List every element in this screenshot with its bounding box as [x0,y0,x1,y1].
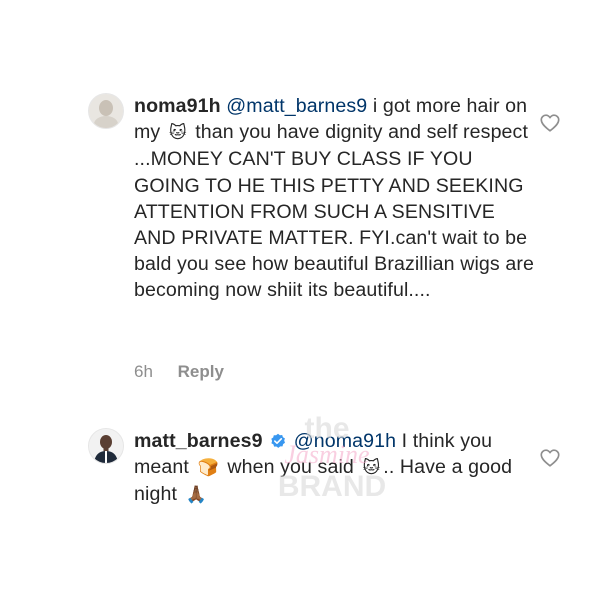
comment-username[interactable]: noma91h [134,95,221,117]
folded-hands-emoji-icon: 🙏🏾 [185,485,207,505]
bread-emoji-icon: 🍞 [197,458,219,478]
verified-badge-icon [271,433,286,448]
comment-username[interactable]: matt_barnes9 [134,430,263,452]
comment-mention[interactable]: @noma91h [294,430,396,452]
comment-mention[interactable]: @matt_barnes9 [226,95,367,117]
avatar-noma91h[interactable] [88,93,124,129]
comment-timestamp: 6h [134,362,153,381]
reply-button[interactable]: Reply [178,362,224,381]
comment-meta: 6h Reply [134,362,224,382]
avatar-matt-barnes9[interactable] [88,428,124,464]
comment-text: noma91h @matt_barnes9 i got more hair on… [134,93,534,304]
comment-body-part: than you have dignity and self respect .… [134,121,534,302]
avatar-image [89,94,123,128]
comment-text: matt_barnes9 @noma91h I think you meant … [134,428,534,509]
cat-face-emoji-icon: 🐱 [168,123,187,143]
heart-like-icon[interactable] [539,112,561,134]
cat-face-emoji-icon: 🐱 [362,458,381,478]
heart-like-icon[interactable] [539,447,561,469]
comment-body-part: when you said [221,456,360,479]
avatar-image [89,429,123,463]
